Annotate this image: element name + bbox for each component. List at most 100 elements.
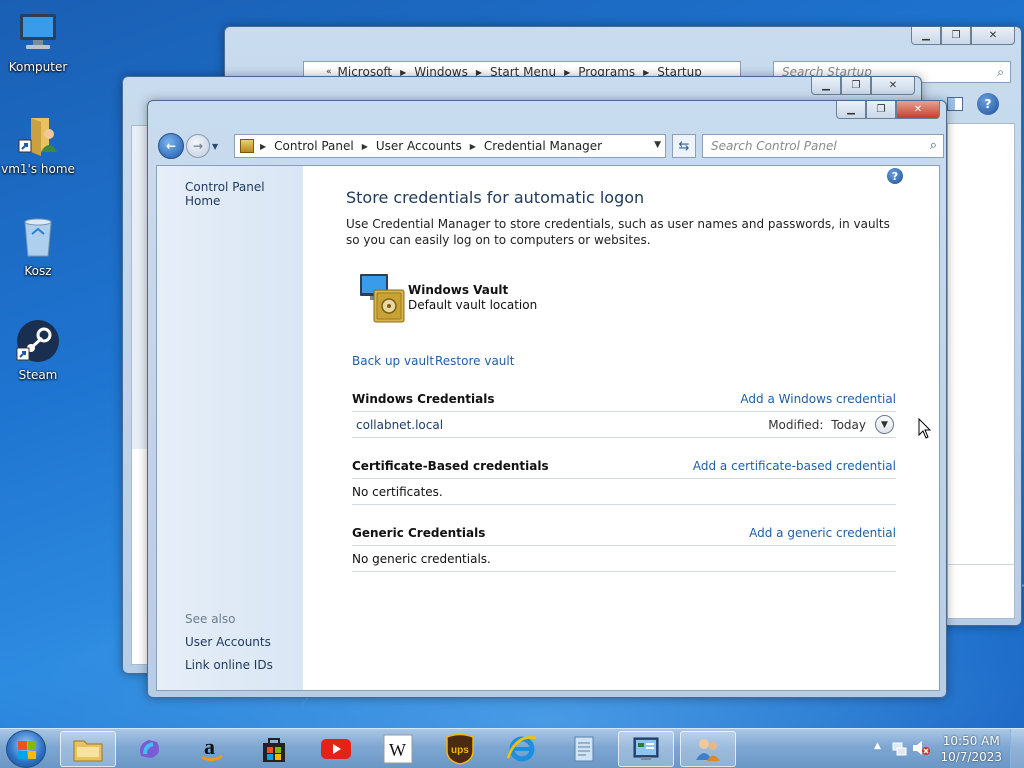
search-icon: ⌕ bbox=[929, 138, 937, 153]
add-windows-credential-link[interactable]: Add a Windows credential bbox=[740, 392, 896, 406]
help-icon[interactable]: ? bbox=[887, 168, 903, 184]
minimize-button[interactable]: ▁ bbox=[911, 27, 941, 45]
chevron-right-icon[interactable]: ▶ bbox=[470, 142, 476, 151]
chevron-right-icon[interactable]: ▶ bbox=[362, 142, 368, 151]
caption-buttons: ▁ ❐ ✕ bbox=[811, 77, 915, 95]
vault-name: Windows Vault bbox=[408, 283, 509, 297]
back-up-vault-link[interactable]: Back up vault bbox=[352, 354, 434, 368]
certificate-credentials-label: Certificate-Based credentials bbox=[352, 459, 549, 473]
taskbar-amazon[interactable]: a bbox=[184, 731, 240, 767]
refresh-icon: ⇆ bbox=[678, 138, 690, 154]
ups-icon: ups bbox=[446, 733, 474, 765]
add-generic-credential-link[interactable]: Add a generic credential bbox=[749, 526, 896, 540]
maximize-button[interactable]: ❐ bbox=[941, 27, 971, 45]
vault-location: Default vault location bbox=[408, 298, 538, 312]
folder-icon bbox=[73, 740, 103, 762]
taskbar-copilot[interactable] bbox=[122, 731, 178, 767]
help-icon[interactable]: ? bbox=[977, 93, 999, 115]
window-body: Control Panel Home See also User Account… bbox=[156, 165, 940, 691]
taskbar-control-panel[interactable] bbox=[618, 731, 674, 767]
chevron-down-icon: ▼ bbox=[881, 419, 888, 430]
taskbar-store[interactable] bbox=[246, 731, 302, 767]
breadcrumb-user-accounts[interactable]: User Accounts bbox=[376, 139, 462, 153]
clock-time: 10:50 AM bbox=[942, 734, 1000, 748]
refresh-button[interactable]: ⇆ bbox=[672, 134, 696, 158]
taskbar-internet-explorer[interactable] bbox=[494, 731, 550, 767]
left-navigation-pane: Control Panel Home See also User Account… bbox=[157, 166, 303, 690]
clock-date: 10/7/2023 bbox=[940, 750, 1002, 764]
preview-pane-icon[interactable] bbox=[947, 97, 963, 111]
minimize-button[interactable]: ▁ bbox=[836, 101, 866, 119]
arrow-left-icon: ← bbox=[165, 139, 177, 153]
caption-buttons: ▁ ❐ ✕ bbox=[911, 27, 1015, 45]
close-button[interactable]: ✕ bbox=[871, 77, 915, 95]
restore-vault-link[interactable]: Restore vault bbox=[435, 354, 514, 368]
taskbar: a W ups ▲ 10:50 AM 10/7/2023 bbox=[0, 728, 1024, 768]
recent-pages-dropdown[interactable]: ▼ bbox=[212, 142, 224, 151]
search-input[interactable]: Search Control Panel ⌕ bbox=[702, 134, 944, 158]
copilot-icon bbox=[140, 740, 159, 758]
computer-icon bbox=[15, 10, 61, 56]
expand-credential-button[interactable]: ▼ bbox=[875, 415, 894, 434]
maximize-button[interactable]: ❐ bbox=[866, 101, 896, 119]
startup-content-area bbox=[947, 123, 1015, 619]
taskbar-explorer[interactable] bbox=[60, 731, 116, 767]
desktop-icon-home[interactable]: vm1's home bbox=[0, 112, 76, 176]
windows-credentials-header: Windows Credentials Add a Windows creden… bbox=[352, 392, 896, 412]
svg-text:ups: ups bbox=[451, 745, 469, 756]
taskbar-youtube[interactable] bbox=[308, 731, 364, 767]
windows-logo-icon bbox=[18, 741, 36, 759]
close-button[interactable]: ✕ bbox=[896, 101, 940, 119]
taskbar-user-accounts[interactable] bbox=[680, 731, 736, 767]
taskbar-notepad[interactable] bbox=[556, 731, 612, 767]
generic-credentials-label: Generic Credentials bbox=[352, 526, 486, 540]
taskbar-ups[interactable]: ups bbox=[432, 731, 488, 767]
desktop-icon-recycle-bin[interactable]: Kosz bbox=[0, 214, 76, 278]
steam-icon bbox=[15, 318, 61, 364]
certificate-empty-row: No certificates. bbox=[352, 479, 896, 505]
control-panel-home-link[interactable]: Control Panel Home bbox=[185, 180, 303, 208]
back-button[interactable]: ← bbox=[158, 133, 184, 159]
show-hidden-icons-button[interactable]: ▲ bbox=[874, 741, 881, 751]
credential-name[interactable]: collabnet.local bbox=[356, 418, 443, 432]
volume-muted-icon[interactable] bbox=[912, 740, 930, 759]
credential-manager-window[interactable]: ▁ ❐ ✕ ← → ▼ ▶ Control Panel ▶ User Accou… bbox=[147, 100, 947, 698]
breadcrumb-credential-manager[interactable]: Credential Manager bbox=[484, 139, 602, 153]
users-icon bbox=[696, 739, 720, 761]
certificate-credentials-header: Certificate-Based credentials Add a cert… bbox=[352, 459, 896, 479]
close-button[interactable]: ✕ bbox=[971, 27, 1015, 45]
wikipedia-icon: W bbox=[383, 734, 413, 764]
generic-empty-row: No generic credentials. bbox=[352, 546, 896, 572]
navigation-bar: ← → ▼ ▶ Control Panel ▶ User Accounts ▶ … bbox=[154, 131, 944, 161]
show-desktop-button[interactable] bbox=[1010, 729, 1024, 768]
no-generic-credentials-text: No generic credentials. bbox=[352, 552, 491, 566]
credential-row[interactable]: collabnet.local Modified: Today ▼ bbox=[352, 412, 896, 438]
desktop-icon-label: Komputer bbox=[8, 60, 68, 74]
network-icon[interactable] bbox=[892, 740, 908, 759]
youtube-icon bbox=[321, 739, 351, 759]
taskbar-wikipedia[interactable]: W bbox=[370, 731, 426, 767]
address-bar[interactable]: ▶ Control Panel ▶ User Accounts ▶ Creden… bbox=[234, 134, 666, 158]
add-certificate-credential-link[interactable]: Add a certificate-based credential bbox=[693, 459, 896, 473]
search-icon: ⌕ bbox=[997, 65, 1004, 79]
clock[interactable]: 10:50 AM 10/7/2023 bbox=[940, 733, 1002, 765]
chevron-right-icon[interactable]: ▶ bbox=[260, 142, 266, 151]
control-panel-icon bbox=[240, 139, 254, 153]
control-panel-icon bbox=[633, 737, 659, 760]
svg-text:W: W bbox=[389, 740, 406, 760]
maximize-button[interactable]: ❐ bbox=[841, 77, 871, 95]
desktop-icon-steam[interactable]: Steam bbox=[0, 318, 76, 382]
minimize-button[interactable]: ▁ bbox=[811, 77, 841, 95]
vault-icon bbox=[358, 272, 406, 324]
store-bag-icon bbox=[263, 738, 285, 762]
link-online-ids-link[interactable]: Link online IDs bbox=[185, 658, 273, 672]
start-button[interactable] bbox=[6, 730, 46, 768]
desktop-icon-computer[interactable]: Komputer bbox=[0, 10, 76, 74]
amazon-icon: a bbox=[201, 734, 223, 761]
page-description: Use Credential Manager to store credenti… bbox=[346, 217, 890, 247]
chevron-down-icon[interactable]: ▼ bbox=[654, 140, 661, 150]
forward-button[interactable]: → bbox=[186, 134, 210, 158]
no-certificates-text: No certificates. bbox=[352, 485, 443, 499]
user-accounts-link[interactable]: User Accounts bbox=[185, 635, 271, 649]
breadcrumb-control-panel[interactable]: Control Panel bbox=[274, 139, 354, 153]
